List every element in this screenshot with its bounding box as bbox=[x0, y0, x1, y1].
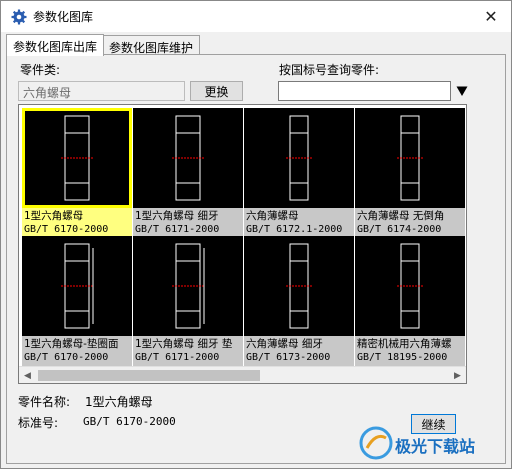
part-card[interactable]: 六角薄螺母 无倒角 GB/T 6174-2000 bbox=[355, 108, 465, 239]
scroll-right-icon[interactable]: ▶ bbox=[449, 367, 466, 383]
part-name-value: 1型六角螺母 bbox=[85, 395, 153, 409]
part-name: 六角薄螺母 无倒角 bbox=[357, 210, 445, 222]
watermark-logo: 极光下载站 bbox=[359, 426, 499, 460]
part-name: 六角薄螺母 bbox=[246, 210, 299, 222]
hex-nut-side-view-icon bbox=[286, 243, 312, 329]
gear-icon bbox=[11, 9, 27, 25]
part-card[interactable]: 1型六角螺母 细牙 GB/T 6171-2000 bbox=[133, 108, 243, 239]
dropdown-button[interactable] bbox=[454, 81, 470, 101]
part-caption: 六角薄螺母 细牙 GB/T 6173-2000 bbox=[244, 336, 354, 367]
part-name: 1型六角螺母 细牙 垫 bbox=[135, 338, 233, 350]
hex-nut-side-view-icon bbox=[172, 115, 204, 201]
hex-nut-side-view-icon bbox=[61, 243, 94, 329]
part-thumbnail-grid[interactable]: 1型六角螺母 GB/T 6170-2000 1型六角螺母 细牙 GB/T 6171-2… bbox=[18, 104, 467, 384]
part-name: 1型六角螺母 bbox=[24, 210, 84, 222]
standard-value: GB/T 6170-2000 bbox=[83, 415, 176, 428]
horizontal-scrollbar[interactable]: ◀ ▶ bbox=[19, 366, 466, 383]
part-caption: 精密机械用六角薄螺 GB/T 18195-2000 bbox=[355, 336, 465, 367]
nut-drawing bbox=[133, 108, 243, 208]
hex-nut-side-view-icon bbox=[397, 115, 423, 201]
part-name-label: 零件名称: bbox=[18, 395, 71, 409]
hex-nut-side-view-icon bbox=[172, 243, 205, 329]
standard-label: 标准号: bbox=[18, 416, 59, 430]
hex-nut-side-view-icon bbox=[61, 115, 93, 201]
close-button[interactable]: ✕ bbox=[471, 1, 511, 32]
nut-drawing bbox=[244, 236, 354, 336]
part-caption: 1型六角螺母-垫圈面 GB/T 6170-2000 bbox=[22, 336, 132, 367]
part-name: 精密机械用六角薄螺 bbox=[357, 338, 452, 350]
nut-drawing bbox=[355, 108, 465, 208]
part-caption: 1型六角螺母 细牙 GB/T 6171-2000 bbox=[133, 208, 243, 239]
hex-nut-side-view-icon bbox=[286, 115, 312, 201]
triangle-down-icon bbox=[456, 86, 468, 96]
part-standard-code: GB/T 6170-2000 bbox=[24, 224, 109, 235]
part-name: 1型六角螺母 细牙 bbox=[135, 210, 219, 222]
part-name: 六角薄螺母 细牙 bbox=[246, 338, 323, 350]
part-card[interactable]: 精密机械用六角薄螺 GB/T 18195-2000 bbox=[355, 236, 465, 367]
hex-nut-side-view-icon bbox=[397, 243, 423, 329]
part-standard-code: GB/T 18195-2000 bbox=[357, 352, 448, 363]
tab-label: 参数化图库维护 bbox=[109, 41, 194, 55]
watermark-text: 极光下载站 bbox=[395, 437, 476, 456]
part-card[interactable]: 六角薄螺母 细牙 GB/T 6173-2000 bbox=[244, 236, 354, 367]
part-standard-code: GB/T 6170-2000 bbox=[24, 352, 109, 363]
part-caption: 1型六角螺母 GB/T 6170-2000 bbox=[22, 208, 132, 239]
tab-library-export[interactable]: 参数化图库出库 bbox=[6, 34, 105, 56]
dialog-window: 参数化图库 ✕ 参数化图库出库 参数化图库维护 零件类: 六角螺母 更换 按国标… bbox=[0, 0, 512, 469]
part-standard-code: GB/T 6173-2000 bbox=[246, 352, 331, 363]
part-standard-code: GB/T 6171-2000 bbox=[135, 352, 220, 363]
part-standard-code: GB/T 6174-2000 bbox=[357, 224, 442, 235]
part-standard-code: GB/T 6172.1-2000 bbox=[246, 224, 343, 235]
standard-number-input[interactable] bbox=[278, 81, 451, 101]
close-icon: ✕ bbox=[484, 7, 498, 26]
part-caption: 六角薄螺母 无倒角 GB/T 6174-2000 bbox=[355, 208, 465, 239]
part-name: 1型六角螺母-垫圈面 bbox=[24, 338, 119, 350]
part-type-field: 六角螺母 bbox=[18, 81, 185, 101]
part-type-label: 零件类: bbox=[20, 63, 61, 77]
scroll-thumb[interactable] bbox=[38, 370, 260, 381]
title-bar: 参数化图库 ✕ bbox=[1, 1, 511, 32]
nut-drawing bbox=[22, 236, 132, 336]
tab-library-maintenance[interactable]: 参数化图库维护 bbox=[102, 35, 201, 55]
nut-drawing bbox=[22, 108, 132, 208]
part-card[interactable]: 1型六角螺母-垫圈面 GB/T 6170-2000 bbox=[22, 236, 132, 367]
part-caption: 六角薄螺母 GB/T 6172.1-2000 bbox=[244, 208, 354, 239]
nut-drawing bbox=[244, 108, 354, 208]
part-card[interactable]: 六角薄螺母 GB/T 6172.1-2000 bbox=[244, 108, 354, 239]
tab-label: 参数化图库出库 bbox=[13, 40, 98, 54]
aurora-logo-icon bbox=[359, 426, 393, 460]
nut-drawing bbox=[355, 236, 465, 336]
part-standard-code: GB/T 6171-2000 bbox=[135, 224, 220, 235]
nut-drawing bbox=[133, 236, 243, 336]
part-card[interactable]: 1型六角螺母 GB/T 6170-2000 bbox=[22, 108, 132, 239]
change-button[interactable]: 更换 bbox=[190, 81, 243, 101]
part-caption: 1型六角螺母 细牙 垫 GB/T 6171-2000 bbox=[133, 336, 243, 367]
scroll-left-icon[interactable]: ◀ bbox=[19, 367, 36, 383]
part-card[interactable]: 1型六角螺母 细牙 垫 GB/T 6171-2000 bbox=[133, 236, 243, 367]
window-title: 参数化图库 bbox=[33, 10, 94, 24]
query-label: 按国标号查询零件: bbox=[279, 63, 380, 77]
